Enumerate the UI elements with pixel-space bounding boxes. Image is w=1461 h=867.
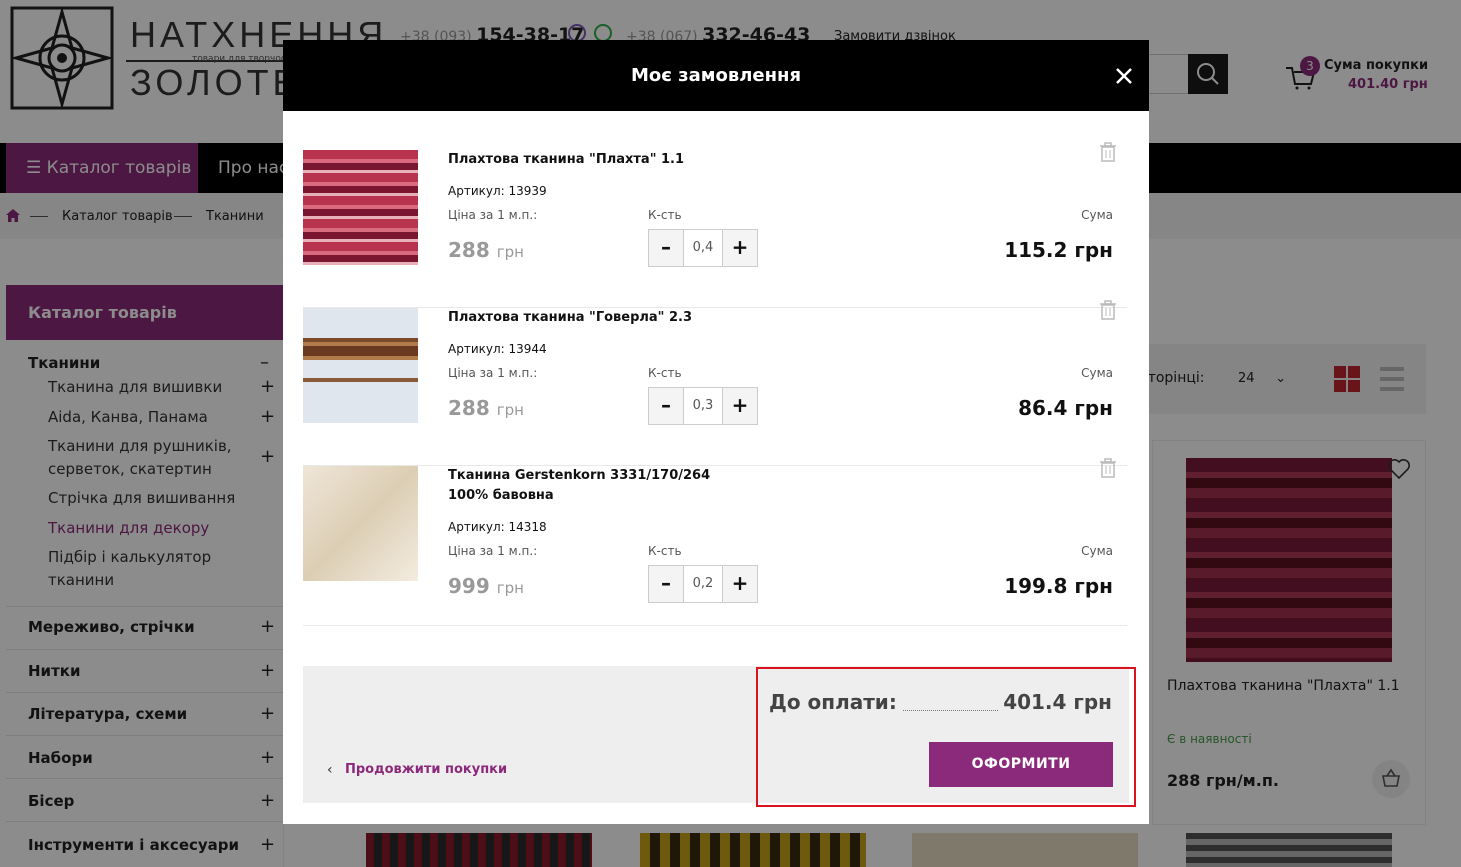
close-icon[interactable] — [1114, 66, 1134, 86]
quantity-stepper: – + — [648, 565, 758, 603]
cart-item: Тканина Gerstenkorn 3331/170/264 100% ба… — [303, 458, 1127, 626]
price-label: Ціна за 1 м.п.: — [448, 544, 538, 558]
cart-item-name[interactable]: Плахтова тканина "Говерла" 2.3 — [448, 308, 748, 328]
cart-item-sum: 86.4 грн — [1018, 396, 1113, 420]
cart-item-price: 999 грн — [448, 574, 524, 598]
cart-item-price: 288 грн — [448, 396, 524, 420]
quantity-stepper: – + — [648, 387, 758, 425]
total-label: До оплати: — [769, 690, 897, 714]
trash-icon[interactable] — [1099, 300, 1117, 320]
quantity-input[interactable] — [684, 566, 722, 602]
increase-qty-button[interactable]: + — [722, 566, 757, 602]
cart-item-image[interactable] — [303, 150, 418, 265]
continue-shopping-link[interactable]: Продовжити покупки — [345, 762, 507, 777]
cart-item-sum: 199.8 грн — [1004, 574, 1113, 598]
quantity-input[interactable] — [684, 230, 722, 266]
cart-item-sku: Артикул: 13944 — [448, 342, 547, 356]
order-modal: Моє замовлення Плахтова тканина "Плахта"… — [283, 40, 1149, 824]
increase-qty-button[interactable]: + — [722, 388, 757, 424]
checkout-button[interactable]: ОФОРМИТИ — [929, 742, 1113, 787]
trash-icon[interactable] — [1099, 458, 1117, 478]
cart-item-name[interactable]: Тканина Gerstenkorn 3331/170/264 100% ба… — [448, 466, 748, 506]
sum-label: Сума — [1081, 208, 1113, 222]
decrease-qty-button[interactable]: – — [649, 566, 684, 602]
sum-label: Сума — [1081, 366, 1113, 380]
cart-item: Плахтова тканина "Плахта" 1.1 Артикул: 1… — [303, 142, 1127, 308]
trash-icon[interactable] — [1099, 142, 1117, 162]
cart-item-sku: Артикул: 13939 — [448, 184, 547, 198]
total-value: 401.4 грн — [1003, 690, 1112, 714]
sum-label: Сума — [1081, 544, 1113, 558]
qty-label: К-сть — [648, 366, 682, 380]
qty-label: К-сть — [648, 208, 682, 222]
increase-qty-button[interactable]: + — [722, 230, 757, 266]
qty-label: К-сть — [648, 544, 682, 558]
cart-item-sku: Артикул: 14318 — [448, 520, 547, 534]
total-leader-dots — [903, 710, 998, 711]
price-label: Ціна за 1 м.п.: — [448, 208, 538, 222]
decrease-qty-button[interactable]: – — [649, 230, 684, 266]
cart-item-sum: 115.2 грн — [1004, 238, 1113, 262]
cart-item-name[interactable]: Плахтова тканина "Плахта" 1.1 — [448, 150, 748, 170]
modal-header: Моє замовлення — [283, 40, 1149, 111]
decrease-qty-button[interactable]: – — [649, 388, 684, 424]
chevron-left-icon[interactable]: ‹ — [327, 762, 333, 778]
cart-item: Плахтова тканина "Говерла" 2.3 Артикул: … — [303, 300, 1127, 466]
cart-item-image[interactable] — [303, 466, 418, 581]
price-label: Ціна за 1 м.п.: — [448, 366, 538, 380]
quantity-stepper: – + — [648, 229, 758, 267]
modal-title: Моє замовлення — [630, 65, 802, 86]
quantity-input[interactable] — [684, 388, 722, 424]
cart-item-price: 288 грн — [448, 238, 524, 262]
cart-item-image[interactable] — [303, 308, 418, 423]
